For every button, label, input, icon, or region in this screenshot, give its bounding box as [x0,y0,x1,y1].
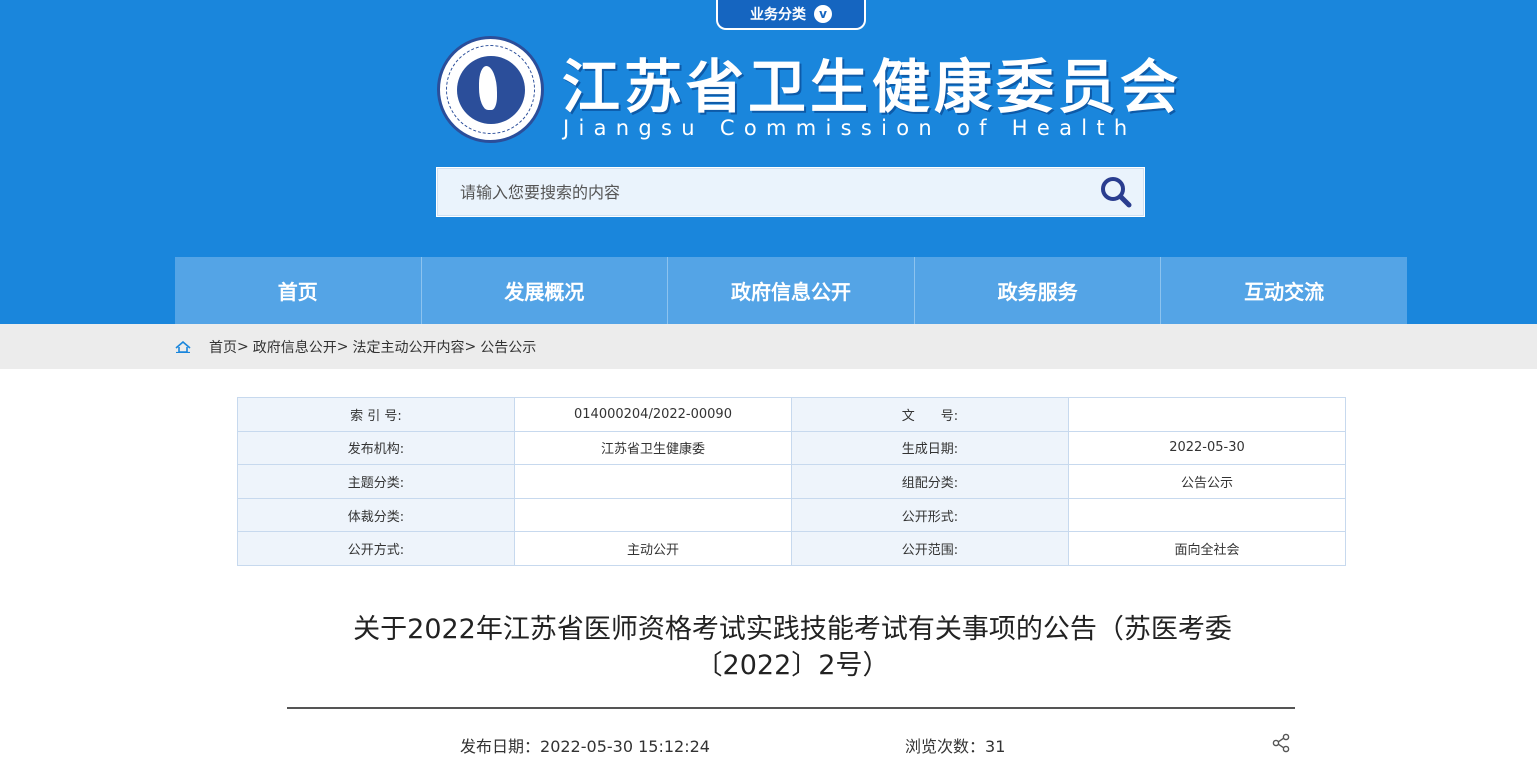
site-title-cn: 江苏省卫生健康委员会 [562,53,1183,121]
meta-value: 面向全社会 [1068,531,1346,566]
business-category-tab[interactable]: 业务分类 v [716,0,866,30]
home-icon[interactable] [175,340,191,353]
meta-key: 文 号: [791,397,1069,432]
publish-date: 发布日期：2022-05-30 15:12:24 [460,733,710,757]
search-box [437,168,1144,216]
meta-value: 公告公示 [1068,464,1346,499]
article-title-line1: 关于2022年江苏省医师资格考试实践技能考试有关事项的公告（苏医考委 [353,614,1232,645]
emblem-map-icon [456,55,525,124]
view-count: 浏览次数：31 [905,733,1005,757]
view-count-value: 31 [985,737,1006,756]
meta-key: 公开方式: [237,531,515,566]
meta-key: 生成日期: [791,430,1069,466]
metadata-table: 索 引 号: 014000204/2022-00090 文 号: 发布机构: 江… [237,397,1346,566]
article-title-line2: 〔2022〕2号） [695,650,890,681]
meta-value [514,497,792,533]
breadcrumb-notices[interactable]: 公告公示 [480,337,536,357]
business-category-label: 业务分类 [750,7,806,23]
table-row: 体裁分类: 公开形式: [237,497,1346,533]
meta-key: 体裁分类: [237,497,515,533]
breadcrumb-gov-info[interactable]: 政府信息公开 [253,337,337,357]
meta-value [1068,397,1346,432]
meta-value: 江苏省卫生健康委 [514,430,792,466]
meta-key: 发布机构: [237,430,515,466]
main-nav: 首页 发展概况 政府信息公开 政务服务 互动交流 [175,257,1407,324]
breadcrumb-mandatory-content[interactable]: 法定主动公开内容 [352,337,464,357]
meta-key: 索 引 号: [237,397,515,432]
table-row: 主题分类: 组配分类: 公告公示 [237,464,1346,499]
article-title: 关于2022年江苏省医师资格考试实践技能考试有关事项的公告（苏医考委 〔2022… [290,612,1295,684]
title-divider [287,707,1295,709]
chevron-down-icon: v [814,5,832,23]
breadcrumb-separator: > [336,338,349,355]
meta-value [1068,497,1346,533]
site-title-en: Jiangsu Commission of Health [563,116,1137,140]
table-row: 发布机构: 江苏省卫生健康委 生成日期: 2022-05-30 [237,430,1346,466]
view-count-label: 浏览次数： [905,737,986,756]
nav-item-home[interactable]: 首页 [175,257,422,324]
breadcrumb-separator: > [464,338,477,355]
meta-key: 组配分类: [791,464,1069,499]
meta-value: 2022-05-30 [1068,430,1346,466]
search-icon [1101,177,1132,208]
search-button[interactable] [1089,169,1143,215]
breadcrumb-bar: 首页 > 政府信息公开 > 法定主动公开内容 > 公告公示 [0,324,1537,369]
table-row: 公开方式: 主动公开 公开范围: 面向全社会 [237,531,1346,566]
meta-value [514,464,792,499]
breadcrumb-separator: > [237,338,249,355]
meta-value: 主动公开 [514,531,792,566]
search-input[interactable] [438,169,1089,215]
publish-date-label: 发布日期： [460,737,541,756]
table-row: 索 引 号: 014000204/2022-00090 文 号: [237,397,1346,432]
nav-item-overview[interactable]: 发展概况 [422,257,669,324]
publish-date-value: 2022-05-30 15:12:24 [540,737,710,756]
meta-key: 公开形式: [791,497,1069,533]
meta-key: 公开范围: [791,531,1069,566]
meta-value: 014000204/2022-00090 [514,397,792,432]
breadcrumb-home[interactable]: 首页 [209,337,237,357]
nav-item-gov-info[interactable]: 政府信息公开 [668,257,915,324]
share-icon[interactable] [1271,733,1291,753]
meta-key: 主题分类: [237,464,515,499]
nav-item-services[interactable]: 政务服务 [915,257,1162,324]
site-header: 业务分类 v 江苏省卫生健康委员会 Jiangsu Commission of … [0,0,1537,324]
nav-item-interaction[interactable]: 互动交流 [1161,257,1407,324]
emblem-logo[interactable] [437,36,544,143]
breadcrumb: 首页 > 政府信息公开 > 法定主动公开内容 > 公告公示 [175,324,536,369]
